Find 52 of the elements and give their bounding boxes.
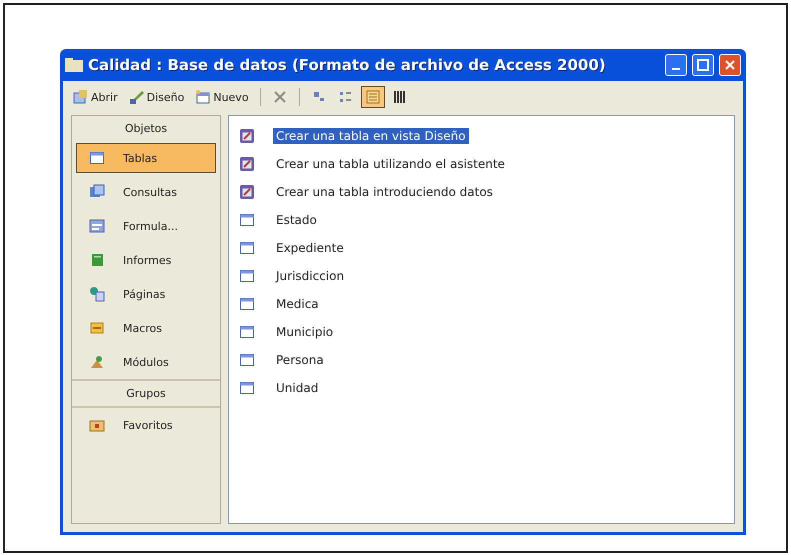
query-icon [89,184,105,200]
object-type-item[interactable]: Formula... [76,211,216,241]
list-item[interactable]: Jurisdiccion [273,268,348,284]
module-icon [89,354,105,370]
list-item[interactable]: Expediente [273,240,347,256]
group-item[interactable]: Favoritos [76,410,216,440]
new-button[interactable]: Nuevo [191,86,253,108]
list-item[interactable]: Persona [273,352,327,368]
new-table-icon [195,89,212,105]
list-item[interactable]: Estado [273,212,320,228]
list-view-icon[interactable] [360,86,385,108]
list-item[interactable]: Municipio [273,324,336,340]
close-icon [724,59,736,71]
list-item[interactable]: Medica [273,296,322,312]
table-wizard-icon [239,156,255,172]
object-type-item[interactable]: Páginas [76,279,216,309]
table-wizard-icon [239,184,255,200]
object-type-item[interactable]: Tablas [76,143,216,173]
page-icon [89,286,105,302]
object-type-item[interactable]: Consultas [76,177,216,207]
form-icon [89,218,105,234]
object-type-item[interactable]: Macros [76,313,216,343]
maximize-icon [697,59,709,71]
design-button[interactable]: Diseño [124,86,188,108]
table-icon [239,296,255,312]
list-item[interactable]: Crear una tabla en vista Diseño [273,128,469,144]
open-button[interactable]: Abrir [69,86,122,108]
report-icon [89,252,105,268]
object-type-item[interactable]: Módulos [76,347,216,377]
folder-icon [65,58,83,72]
table-icon [239,380,255,396]
window-title: Calidad : Base de datos (Formato de archivo de Access 2000) [88,56,607,74]
maximize-button[interactable] [692,54,714,76]
section-header[interactable]: Grupos [72,379,220,408]
list-item[interactable]: Unidad [273,380,322,396]
macro-icon [89,320,105,336]
table-icon [239,212,255,228]
table-wizard-icon [239,128,255,144]
table-icon [239,268,255,284]
list-item[interactable]: Crear una tabla introduciendo datos [273,184,496,200]
open-icon [73,89,89,105]
table-icon [239,324,255,340]
minimize-icon [672,68,680,70]
table-icon [239,240,255,256]
design-icon [128,89,145,105]
table-icon [239,352,255,368]
table-icon [89,150,105,166]
close-button[interactable] [719,54,741,76]
minimize-button[interactable] [665,54,687,76]
object-type-item[interactable]: Informes [76,245,216,275]
list-item[interactable]: Crear una tabla utilizando el asistente [273,156,508,172]
section-header[interactable]: Objetos [72,116,220,141]
